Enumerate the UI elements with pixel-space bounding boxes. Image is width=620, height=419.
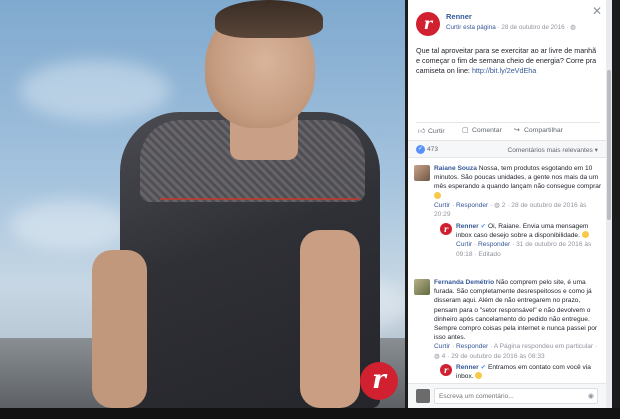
comment-sort-dropdown[interactable]: Comentários mais relevantes ▾: [507, 146, 598, 154]
post-link[interactable]: http://bit.ly/2eVdEha: [472, 66, 536, 75]
comment-reply-link[interactable]: Responder: [456, 343, 488, 350]
model-hair: [215, 0, 323, 38]
page-replied-note: A Página respondeu em particular: [493, 343, 594, 351]
shirt-stripe: [160, 198, 360, 200]
reply-like-link[interactable]: Curtir: [456, 241, 472, 248]
scrollbar[interactable]: [606, 0, 612, 408]
comment-text: Não comprem pelo site, é uma furada. São…: [434, 279, 598, 342]
page-avatar[interactable]: r: [440, 223, 452, 235]
globe-icon: · ◍: [566, 24, 576, 31]
share-icon: ↪: [514, 127, 520, 134]
comment-meta: Curtir · Responder · ◍ 2 · 28 de outubro…: [434, 201, 587, 219]
scrollbar-thumb[interactable]: [607, 70, 611, 220]
user-avatar: [416, 389, 430, 403]
renner-watermark-logo: r: [360, 362, 398, 400]
reply-author[interactable]: Renner: [456, 223, 479, 230]
post-text: Que tal aproveitar para se exercitar ao …: [416, 46, 600, 76]
reply-author[interactable]: Renner: [456, 364, 479, 371]
verified-icon: ✔: [480, 223, 487, 230]
comment-input[interactable]: [434, 388, 598, 404]
post-actions: 👍︎ Curtir ▢ Comentar ↪ Compartilhar: [416, 122, 600, 136]
emoji-icon: [475, 372, 483, 380]
model-left-arm: [92, 250, 147, 408]
avatar[interactable]: [414, 165, 430, 181]
model-right-arm: [300, 230, 360, 408]
edited-label[interactable]: Editado: [478, 251, 500, 258]
like-button[interactable]: 👍︎ Curtir: [418, 126, 445, 135]
bottom-bar: [0, 408, 620, 419]
post-header: r Renner Curtir esta página · 28 de outu…: [416, 8, 600, 40]
reply-date[interactable]: 31 de outubro de 2016 às 09:18: [456, 241, 591, 257]
comment-date[interactable]: 29 de outubro de 2016 às 08:33: [451, 353, 545, 360]
emoji-icon: [434, 191, 441, 199]
page-name[interactable]: Renner: [446, 12, 472, 21]
reaction-count[interactable]: 473: [427, 146, 438, 153]
photo-viewer: r ✕ r Renner Curtir esta página · 28 de …: [0, 0, 620, 419]
comment-button[interactable]: ▢ Comentar: [462, 126, 502, 134]
avatar[interactable]: [414, 279, 430, 295]
comment-like-link[interactable]: Curtir: [434, 343, 450, 350]
follow-page-link[interactable]: Curtir esta página: [446, 24, 496, 31]
reply-reply-link[interactable]: Responder: [478, 241, 510, 248]
camera-icon[interactable]: ◉: [588, 392, 594, 400]
comment-reply-link[interactable]: Responder: [456, 202, 488, 209]
like-reaction-icon: ✓: [416, 145, 425, 154]
comment-reaction-count[interactable]: 2: [502, 202, 506, 209]
comment-meta: Curtir · Responder · A Página respondeu …: [434, 343, 598, 360]
post-meta: Curtir esta página · 28 de outubro de 20…: [446, 24, 576, 31]
comment-author[interactable]: Fernanda Demétrio: [434, 279, 494, 286]
comment-reaction-icon: ◍: [434, 352, 440, 360]
comment-author[interactable]: Raiane Souza: [434, 165, 477, 172]
page-avatar[interactable]: r: [440, 364, 452, 376]
reply-meta: Curtir · Responder · 31 de outubro de 20…: [456, 241, 592, 258]
comment-reaction-icon: ◍: [494, 201, 500, 209]
share-button[interactable]: ↪ Compartilhar: [514, 126, 563, 134]
verified-icon: ✔: [480, 364, 487, 371]
reactions-bar: ✓ 473 Comentários mais relevantes ▾: [408, 140, 606, 158]
comments-panel: ✕ r Renner Curtir esta página · 28 de ou…: [408, 0, 606, 408]
emoji-icon: [581, 231, 589, 239]
comment-icon: ▢: [462, 127, 469, 134]
post-date[interactable]: 28 de outubro de 2016: [501, 24, 564, 31]
thumbs-up-icon: 👍︎: [418, 128, 426, 135]
comment-like-link[interactable]: Curtir: [434, 202, 450, 209]
post-photo[interactable]: r: [0, 0, 405, 408]
comment-reaction-count[interactable]: 4: [442, 353, 446, 360]
comment-composer: ◉: [408, 383, 606, 408]
page-avatar[interactable]: r: [416, 12, 440, 36]
